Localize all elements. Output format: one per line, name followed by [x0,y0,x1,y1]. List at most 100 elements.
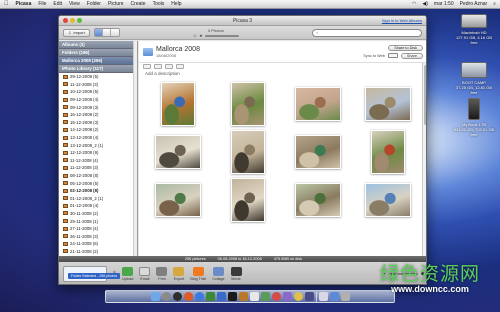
photo-cell[interactable] [283,80,353,128]
picasa-icon[interactable] [260,292,270,301]
sidebar-folder-item[interactable]: 10-12-2008 (5) [59,88,137,96]
itunes-icon[interactable] [205,292,215,301]
sidebar-folder-item[interactable]: 24-11-2008 (6) [59,240,137,248]
photo-cell[interactable] [353,80,423,128]
photo-thumbnail-blue-pot-on-wall[interactable] [161,82,195,126]
documents-stack-icon[interactable] [318,292,328,301]
iphoto-icon[interactable] [238,292,248,301]
menu-file[interactable]: File [38,1,46,7]
photo-cell[interactable] [143,80,213,128]
share-to-disk-button[interactable]: Share to Disk [388,44,423,51]
photo-cell[interactable] [143,128,213,176]
sidebar-folder-item[interactable]: 16-12-2008 (2) [59,111,137,119]
photo-thumbnail-green-shutters[interactable] [295,135,341,169]
apple-icon[interactable]:  [4,1,9,7]
photo-thumbnail-people-street[interactable] [155,135,201,169]
photo-thumbnail-bicycle-plants[interactable] [295,183,341,217]
photo-cell[interactable] [283,128,353,176]
menu-folder[interactable]: Folder [87,1,101,7]
menu-app-name[interactable]: Picasa [16,1,32,7]
window-titlebar[interactable]: Picasa 3 Sign in to Web Albums [59,16,426,26]
album-title[interactable]: Mallorca 2008 [156,46,200,53]
spotlight-icon[interactable]: ⌕ [493,1,496,7]
sign-in-link[interactable]: Sign in to Web Albums [382,18,422,23]
photo-cell[interactable] [213,128,283,176]
downloads-stack-icon[interactable] [329,292,339,301]
sidebar-folder-item[interactable]: 12-12-2008 (9) [59,149,137,157]
collage-button[interactable]: Collage [212,267,225,281]
slideshow-button[interactable] [143,64,151,69]
sidebar-item-selected[interactable]: Mallorca 2008 (256) [59,57,137,65]
sidebar-folder-item[interactable]: 08-12-2008 (8) [59,172,137,180]
add-description-field[interactable]: Add a description [139,70,426,78]
sidebar-section-iphoto[interactable]: iPhoto Library (117) [59,65,137,73]
sync-toggle[interactable] [387,53,398,58]
sidebar-folder-item[interactable]: 02-12-2008 (8) [59,187,137,195]
upload-button[interactable]: Upload [122,267,133,281]
photo-thumbnail-pot-plant-window[interactable] [231,82,265,126]
edit-button[interactable] [154,64,162,69]
wifi-icon[interactable]: ◠ [412,1,416,7]
sidebar-folder-item[interactable]: 13-12-2008_2 (1) [59,141,137,149]
photo-cell[interactable] [353,176,423,224]
scroll-thumb[interactable] [424,65,426,125]
person-icon[interactable]: ☺ [193,33,197,38]
menu-help[interactable]: Help [171,1,181,7]
photo-cell[interactable] [283,176,353,224]
vlc-icon[interactable] [271,292,281,301]
chrome-icon[interactable] [293,292,303,301]
menu-tools[interactable]: Tools [153,1,165,7]
import-button[interactable]: ⇩ Import [63,28,90,37]
export-button[interactable]: Export [173,267,185,281]
firefox-icon[interactable] [183,292,193,301]
textedit-icon[interactable] [249,292,259,301]
sidebar-folder-item[interactable]: 11-12-2008 (3) [59,81,137,89]
email-button[interactable]: Email [139,267,151,281]
sidebar-folder-item[interactable]: 29-11-2008 (1) [59,217,137,225]
location-button[interactable] [176,64,184,69]
sidebar-folder-item[interactable]: 09-12-2008 (4) [59,96,137,104]
photo-cell[interactable] [213,176,283,224]
photo-thumbnail-stone-stairs[interactable] [231,178,265,222]
clock[interactable]: mar 1:50 [434,1,454,7]
sidebar-section-folders[interactable]: Folders (196) [59,49,137,57]
menu-view[interactable]: View [69,1,80,7]
print-button[interactable]: Print [156,267,168,281]
finder-icon[interactable] [150,292,160,301]
menu-create[interactable]: Create [131,1,146,7]
search-input[interactable]: ⌕ [311,28,422,37]
held-photos-area[interactable]: Folder Selected - 256 photos [63,266,121,282]
menu-edit[interactable]: Edit [53,1,62,7]
sidebar-folder-item[interactable]: 27-11-2008 (4) [59,225,137,233]
sidebar-folder-item[interactable]: 26-11-2008 (3) [59,232,137,240]
desktop-drive-macintosh-hd[interactable]: Macintosh HD 127.91 GB, 4.16 GB free [452,14,496,45]
movie-button[interactable]: Movie [230,267,242,281]
dashboard-icon[interactable] [172,292,182,301]
refresh-button[interactable] [165,64,173,69]
photo-thumbnail-green-door-plants[interactable] [155,183,201,217]
desktop-drive-boot-camp[interactable]: BOOT CAMP 37.25 GB, 12.81 GB free [452,62,496,95]
menu-picture[interactable]: Picture [108,1,124,7]
terminal-icon[interactable] [227,292,237,301]
safari-icon[interactable] [194,292,204,301]
sidebar-scrollbar[interactable] [133,41,137,256]
app-icon[interactable] [304,292,314,301]
sidebar-folder-item[interactable]: 11-12-2008 (3) [59,164,137,172]
photo-thumbnail-stone-doorway-pots[interactable] [295,87,341,121]
filter-slider[interactable] [204,34,239,37]
album-scrollbar[interactable] [422,63,426,256]
sidebar-folder-item[interactable]: 05-12-2008 (5) [59,179,137,187]
star-icon[interactable]: ★ [199,33,203,38]
volume-icon[interactable]: ◀) [422,1,428,7]
blog-button[interactable]: Blog This! [190,267,206,281]
list-view-button[interactable] [102,29,111,36]
mail-icon[interactable] [216,292,226,301]
photo-cell[interactable] [213,80,283,128]
photo-thumbnail-flower-pot-wall[interactable] [371,130,405,174]
trash-icon[interactable] [340,292,350,301]
sidebar-folder-item[interactable]: 01-12-2008 (4) [59,202,137,210]
photo-cell[interactable] [143,176,213,224]
sidebar-folder-item[interactable]: 21-11-2008 (2) [59,248,137,256]
share-button[interactable]: Share [400,52,423,59]
photo-cell[interactable] [353,128,423,176]
